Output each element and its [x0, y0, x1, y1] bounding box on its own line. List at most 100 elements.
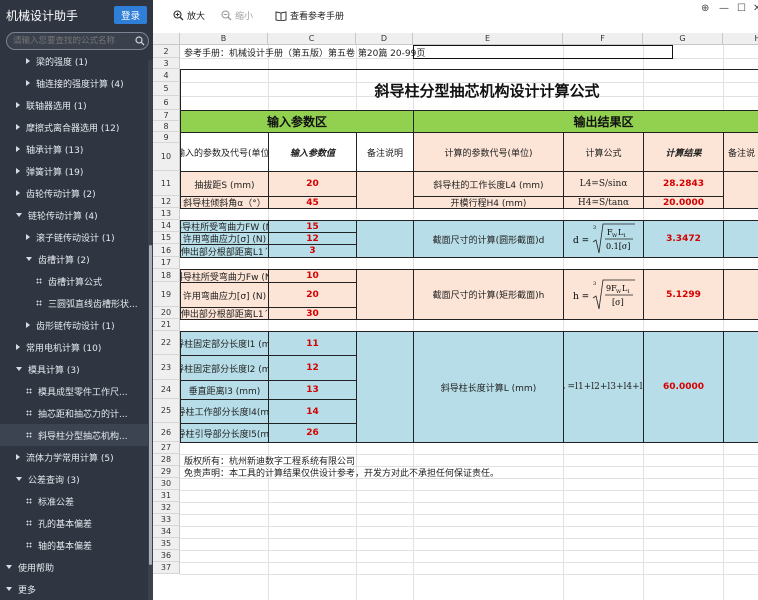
sidebar-item[interactable]: 模具成型零件工作尺...: [0, 380, 153, 402]
input-area-header[interactable]: 输入参数区: [180, 110, 414, 133]
reference-cell[interactable]: 参考手册：机械设计手册（第五版）第五卷 第20篇 20-99页: [180, 45, 564, 59]
zoom-in-button[interactable]: 放大: [173, 9, 205, 22]
close-icon[interactable]: ✕: [753, 3, 758, 14]
input-value[interactable]: 30: [268, 307, 357, 320]
row-header[interactable]: 36: [153, 550, 180, 562]
column-header[interactable]: B: [180, 33, 268, 45]
sidebar-item[interactable]: 联轴器选用 (1): [0, 94, 153, 116]
result-value[interactable]: 28.2843: [643, 171, 724, 197]
output-label[interactable]: 开模行程H4 (mm): [413, 196, 564, 209]
input-value[interactable]: 26: [268, 423, 357, 443]
note-cell[interactable]: [723, 269, 758, 320]
row-header[interactable]: 20: [153, 307, 180, 319]
column-header[interactable]: G: [643, 33, 723, 45]
row-header[interactable]: 4: [153, 69, 180, 82]
input-label[interactable]: 斜导柱倾斜角α（°）: [180, 196, 269, 209]
input-value[interactable]: 3: [268, 244, 357, 258]
row-header[interactable]: 12: [153, 196, 180, 208]
column-header[interactable]: D: [356, 33, 413, 45]
result-value[interactable]: 3.3472: [643, 220, 724, 258]
column-header[interactable]: F: [563, 33, 643, 45]
row-header[interactable]: 14: [153, 220, 180, 232]
input-label[interactable]: 抽拔距S (mm): [180, 171, 269, 197]
sidebar-item[interactable]: 齿槽计算公式: [0, 270, 153, 292]
input-value[interactable]: 45: [268, 196, 357, 209]
input-value[interactable]: 13: [268, 380, 357, 400]
sidebar-item[interactable]: 齿槽计算 (2): [0, 248, 153, 270]
row-header[interactable]: 13: [153, 208, 180, 220]
input-label[interactable]: 斜导柱所受弯曲力Fw (N): [180, 269, 269, 283]
column-header[interactable]: E: [413, 33, 563, 45]
row-header[interactable]: 3: [153, 58, 180, 69]
row-header[interactable]: 9: [153, 132, 180, 143]
row-header[interactable]: 16: [153, 244, 180, 257]
sidebar-item[interactable]: 滚子链传动设计 (1): [0, 226, 153, 248]
formula-cell[interactable]: H4=S/tanα: [563, 196, 644, 209]
output-label[interactable]: 斜导柱的工作长度L4 (mm): [413, 171, 564, 197]
row-header[interactable]: 7: [153, 110, 180, 121]
output-label[interactable]: 截面尺寸的计算(圆形截面)d: [413, 220, 564, 258]
output-label[interactable]: 截面尺寸的计算(矩形截面)h: [413, 269, 564, 320]
note-cell[interactable]: [356, 220, 414, 258]
row-header[interactable]: 32: [153, 502, 180, 514]
output-area-header[interactable]: 输出结果区: [413, 110, 758, 133]
sidebar-item[interactable]: 模具计算 (3): [0, 358, 153, 380]
note-cell[interactable]: [723, 331, 758, 443]
header-formula[interactable]: 计算公式: [563, 132, 644, 172]
input-value[interactable]: 20: [268, 282, 357, 308]
sidebar-item[interactable]: 常用电机计算 (10): [0, 336, 153, 358]
row-header[interactable]: 31: [153, 490, 180, 502]
row-header[interactable]: 28: [153, 454, 180, 466]
search-input[interactable]: [7, 36, 132, 46]
sidebar-item[interactable]: 抽芯距和抽芯力的计...: [0, 402, 153, 424]
row-header[interactable]: 23: [153, 355, 180, 380]
input-label[interactable]: 垂直距离l3 (mm): [180, 380, 269, 400]
minimize-icon[interactable]: —: [719, 3, 729, 14]
row-header[interactable]: 5: [153, 82, 180, 96]
result-value[interactable]: 60.0000: [643, 331, 724, 443]
pin-icon[interactable]: ⊕: [701, 3, 709, 14]
sidebar-item[interactable]: 轴承计算 (13): [0, 138, 153, 160]
row-header[interactable]: 29: [153, 466, 180, 478]
row-header[interactable]: 2: [153, 45, 180, 58]
formula-cell[interactable]: h = 3 9F W L 1 [σ]: [563, 269, 644, 320]
sidebar-item[interactable]: 流体力学常用计算 (5): [0, 446, 153, 468]
result-value[interactable]: 20.0000: [643, 196, 724, 209]
header-input-param[interactable]: 输入的参数及代号(单位): [180, 132, 269, 172]
row-header[interactable]: 33: [153, 514, 180, 526]
sheet-title[interactable]: 斜导柱分型抽芯机构设计计算公式: [180, 69, 758, 111]
view-manual-button[interactable]: 查看参考手册: [275, 9, 344, 22]
maximize-icon[interactable]: ☐: [737, 3, 746, 14]
zoom-out-button[interactable]: 缩小: [221, 9, 253, 22]
row-header[interactable]: 25: [153, 399, 180, 423]
sidebar-item[interactable]: 弹簧计算 (19): [0, 160, 153, 182]
note-cell[interactable]: [723, 171, 758, 209]
row-header[interactable]: 11: [153, 171, 180, 196]
row-header[interactable]: 22: [153, 331, 180, 355]
sidebar-item[interactable]: 轴连接的强度计算 (4): [0, 72, 153, 94]
sidebar-item[interactable]: 轴的基本偏差: [0, 534, 153, 556]
header-note[interactable]: 备注说明: [356, 132, 414, 172]
result-value[interactable]: 5.1299: [643, 269, 724, 320]
row-header[interactable]: 34: [153, 526, 180, 538]
formula-cell[interactable]: L4=S/sinα: [563, 171, 644, 197]
row-header[interactable]: 26: [153, 423, 180, 442]
input-label[interactable]: 斜导柱固定部分长度l2 (mm): [180, 355, 269, 381]
row-header[interactable]: 10: [153, 143, 180, 171]
login-button[interactable]: 登录: [113, 6, 147, 24]
corner-header[interactable]: [153, 33, 180, 45]
row-header[interactable]: 18: [153, 269, 180, 282]
note-cell[interactable]: [356, 171, 414, 209]
input-label[interactable]: 许用弯曲应力[σ] (N): [180, 282, 269, 308]
sidebar-item[interactable]: 公差查询 (3): [0, 468, 153, 490]
row-header[interactable]: 19: [153, 282, 180, 307]
sidebar-item[interactable]: 斜导柱分型抽芯机构...: [0, 424, 153, 446]
row-header[interactable]: 6: [153, 96, 180, 110]
sidebar-item[interactable]: 齿形链传动设计 (1): [0, 314, 153, 336]
sidebar-item[interactable]: 齿轮传动计算 (2): [0, 182, 153, 204]
row-header[interactable]: 8: [153, 121, 180, 132]
output-label[interactable]: 斜导柱长度计算L (mm): [413, 331, 564, 443]
row-header[interactable]: 15: [153, 232, 180, 244]
row-header[interactable]: 24: [153, 380, 180, 399]
sidebar-item[interactable]: 梁的强度 (1): [0, 50, 153, 72]
